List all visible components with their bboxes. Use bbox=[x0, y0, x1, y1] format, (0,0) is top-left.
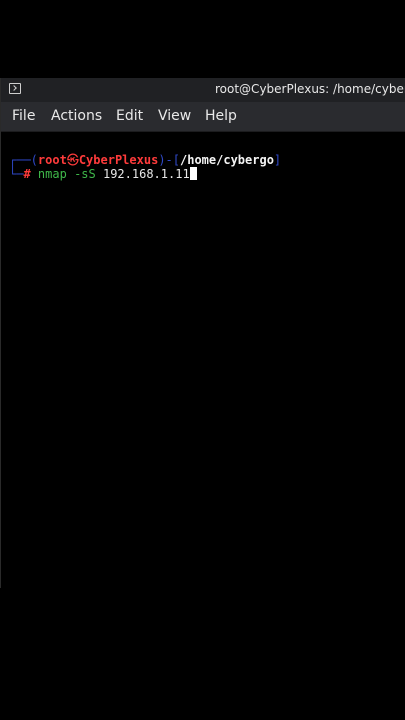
command-target: 192.168.1.11 bbox=[102, 167, 190, 181]
terminal-window: root@CyberPlexus: /home/cybergo File Act… bbox=[0, 78, 405, 588]
prompt-box-close: ] bbox=[273, 153, 282, 167]
prompt-user: root bbox=[37, 153, 67, 167]
command-flag: -sS bbox=[74, 167, 96, 181]
prompt-path: /home/cybergo bbox=[180, 153, 274, 167]
menu-bar: File Actions Edit View Help bbox=[1, 102, 405, 132]
command-program: nmap bbox=[37, 167, 67, 181]
prompt-header: ┌──(root㉿CyberPlexus)-[/home/cybergo] bbox=[9, 151, 281, 167]
menu-actions[interactable]: Actions bbox=[51, 108, 102, 124]
text-cursor bbox=[189, 167, 197, 180]
title-bar[interactable]: root@CyberPlexus: /home/cybergo bbox=[1, 78, 405, 102]
prompt-host: CyberPlexus bbox=[78, 153, 159, 167]
menu-view[interactable]: View bbox=[158, 108, 191, 124]
command-line[interactable]: └─# nmap -sS 192.168.1.11 bbox=[9, 167, 197, 183]
skull-icon: ㉿ bbox=[66, 153, 79, 167]
prompt-box-open: ┌──( bbox=[9, 153, 38, 167]
menu-help[interactable]: Help bbox=[205, 108, 237, 124]
screen: root@CyberPlexus: /home/cybergo File Act… bbox=[0, 0, 405, 720]
prompt-box-mid: )-[ bbox=[158, 153, 180, 167]
menu-edit[interactable]: Edit bbox=[116, 108, 143, 124]
prompt-box-corner: └─ bbox=[9, 167, 24, 181]
window-title: root@CyberPlexus: /home/cybergo bbox=[215, 82, 405, 96]
terminal-icon[interactable] bbox=[9, 83, 21, 94]
menu-file[interactable]: File bbox=[12, 108, 35, 124]
terminal-output[interactable]: ┌──(root㉿CyberPlexus)-[/home/cybergo] └─… bbox=[1, 132, 405, 588]
prompt-symbol: # bbox=[23, 167, 31, 181]
